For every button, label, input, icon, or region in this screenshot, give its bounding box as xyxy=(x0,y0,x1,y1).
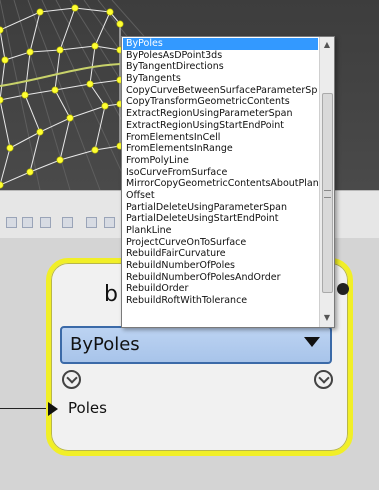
control-point[interactable] xyxy=(1,56,9,64)
control-point[interactable] xyxy=(21,91,29,99)
toolbar-icon[interactable] xyxy=(86,217,97,228)
triangle-port-icon[interactable] xyxy=(48,402,58,416)
list-item[interactable]: ProjectCurveOnToSurface xyxy=(123,237,318,249)
list-item[interactable]: RebuildOrder xyxy=(123,283,318,295)
list-item[interactable]: RebuildNumberOfPolesAndOrder xyxy=(123,272,318,284)
control-point[interactable] xyxy=(101,102,109,110)
chevron-down-icon[interactable] xyxy=(314,370,333,389)
list-item[interactable]: CopyCurveBetweenSurfaceParameterSpaces xyxy=(123,85,318,97)
control-point[interactable] xyxy=(0,96,4,104)
list-item[interactable]: MirrorCopyGeometricContentsAboutPlane xyxy=(123,178,318,190)
control-point[interactable] xyxy=(91,146,99,154)
control-polygon-column xyxy=(0,29,11,186)
scroll-down-icon[interactable]: ▼ xyxy=(321,312,333,324)
control-point[interactable] xyxy=(106,8,114,16)
grid-line xyxy=(27,0,101,190)
control-polygon-row xyxy=(0,145,121,186)
list-item[interactable]: CopyTransformGeometricContents xyxy=(123,96,318,108)
control-point[interactable] xyxy=(36,8,44,16)
list-item[interactable]: FromElementsInRange xyxy=(123,143,318,155)
control-point[interactable] xyxy=(51,86,59,94)
dropdown-selected-value: ByPoles xyxy=(70,334,140,355)
method-list[interactable]: ByPoles ByPolesAsDPoint3ds ByTangentDirect… xyxy=(123,38,318,307)
list-item[interactable]: PartialDeleteUsingStartEndPoint xyxy=(123,213,318,225)
list-scrollbar[interactable]: ▲ ▼ xyxy=(319,37,334,327)
control-point[interactable] xyxy=(116,20,124,28)
control-point[interactable] xyxy=(66,114,74,122)
scroll-up-icon[interactable]: ▲ xyxy=(321,39,333,51)
node-title: b xyxy=(104,282,118,307)
grip-icon xyxy=(324,190,331,198)
input-wire xyxy=(0,408,46,409)
list-item[interactable]: RebuildFairCurvature xyxy=(123,248,318,260)
list-item[interactable]: FromElementsInCell xyxy=(123,132,318,144)
method-list-popup[interactable]: ByPoles ByPolesAsDPoint3ds ByTangentDirect… xyxy=(121,36,335,328)
list-item[interactable]: IsoCurveFromSurface xyxy=(123,167,318,179)
control-point[interactable] xyxy=(0,181,4,189)
list-item[interactable]: Offset xyxy=(123,190,318,202)
dropdown-arrow-icon xyxy=(304,337,320,347)
list-item[interactable]: RebuildNumberOfPoles xyxy=(123,260,318,272)
control-point[interactable] xyxy=(0,26,4,34)
list-item[interactable]: ExtractRegionUsingParameterSpan xyxy=(123,108,318,120)
method-dropdown[interactable]: ByPoles xyxy=(60,326,332,364)
control-point[interactable] xyxy=(26,168,34,176)
control-point[interactable] xyxy=(91,42,99,50)
control-point[interactable] xyxy=(56,156,64,164)
control-polygon-row xyxy=(0,7,121,31)
list-item[interactable]: ExtractRegionUsingStartEndPoint xyxy=(123,120,318,132)
control-point[interactable] xyxy=(6,144,14,152)
control-point[interactable] xyxy=(71,4,79,12)
control-point[interactable] xyxy=(86,80,94,88)
list-item[interactable]: PlankLine xyxy=(123,225,318,237)
list-item[interactable]: ByTangents xyxy=(123,73,318,85)
list-item[interactable]: ByTangentDirections xyxy=(123,61,318,73)
control-polygon-column xyxy=(54,7,76,161)
control-point[interactable] xyxy=(36,128,44,136)
list-item[interactable]: ByPoles xyxy=(123,38,318,50)
scrollbar-thumb[interactable] xyxy=(322,93,333,293)
toolbar-icon[interactable] xyxy=(40,217,51,228)
control-point[interactable] xyxy=(26,48,34,56)
control-polygon-column xyxy=(24,11,41,173)
list-item[interactable]: PartialDeleteUsingParameterSpan xyxy=(123,202,318,214)
control-point[interactable] xyxy=(56,46,64,54)
input-port-label: Poles xyxy=(68,399,107,417)
toolbar-icon[interactable] xyxy=(22,217,33,228)
list-item[interactable]: RebuildRoftWithTolerance xyxy=(123,295,318,307)
toolbar-icon[interactable] xyxy=(62,217,73,228)
output-port[interactable] xyxy=(337,283,349,295)
list-item[interactable]: FromPolyLine xyxy=(123,155,318,167)
toolbar-icon[interactable] xyxy=(6,217,17,228)
chevron-down-icon[interactable] xyxy=(62,370,81,389)
toolbar-icon[interactable] xyxy=(104,217,115,228)
list-item[interactable]: ByPolesAsDPoint3ds xyxy=(123,50,318,62)
